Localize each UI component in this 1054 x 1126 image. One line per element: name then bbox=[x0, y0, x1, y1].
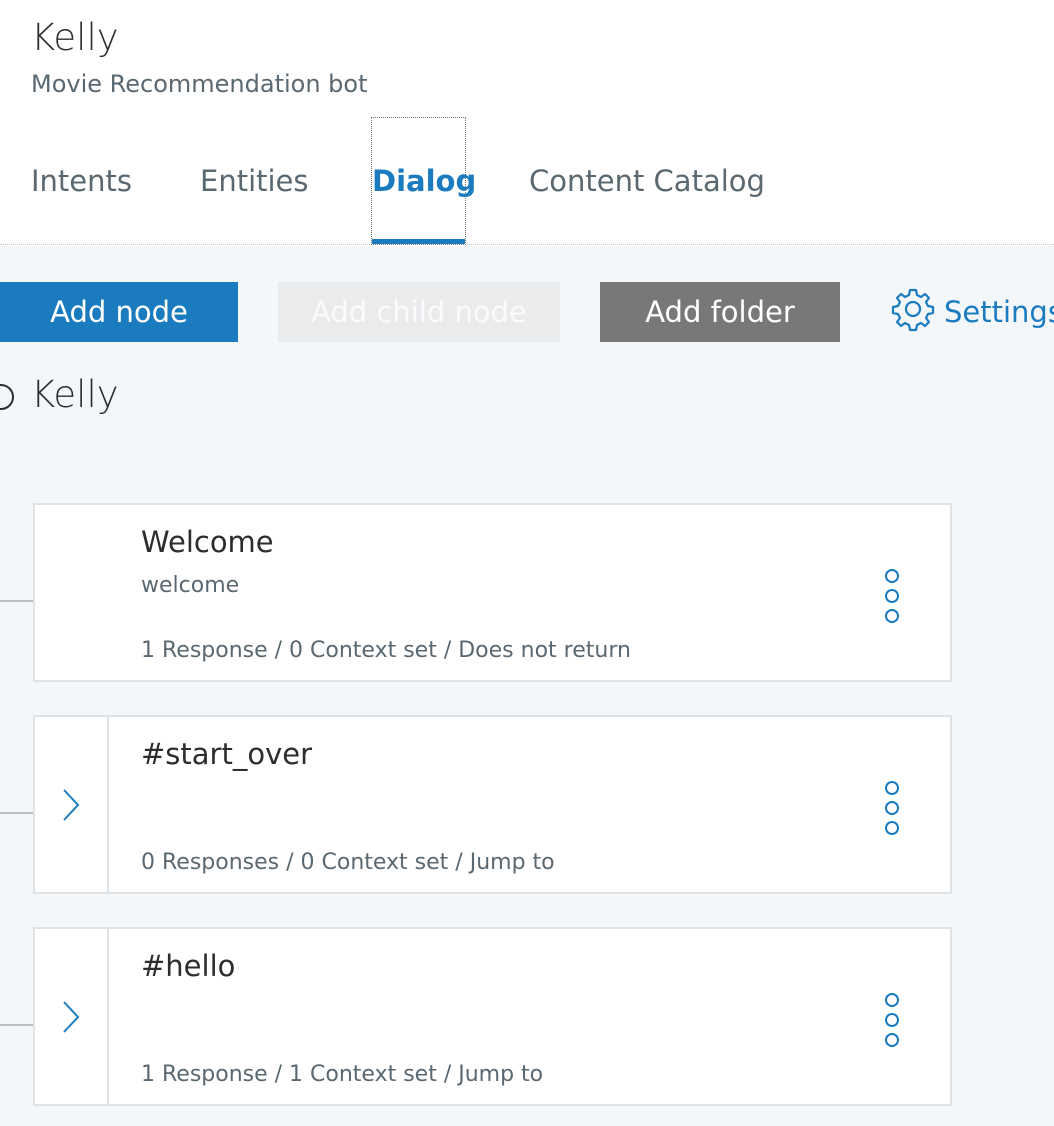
node-summary: 0 Responses / 0 Context set / Jump to bbox=[141, 850, 555, 875]
menu-dot bbox=[885, 1033, 899, 1047]
tree-connector bbox=[0, 580, 34, 602]
node-overflow-menu-icon[interactable] bbox=[881, 781, 903, 835]
settings-link[interactable]: Settings bbox=[890, 286, 1054, 338]
add-node-button[interactable]: Add node bbox=[0, 282, 238, 342]
menu-dot bbox=[885, 993, 899, 1007]
menu-dot bbox=[885, 589, 899, 603]
tab-dialog[interactable]: Dialog bbox=[371, 117, 476, 245]
workspace-description: Movie Recommendation bot bbox=[31, 70, 368, 98]
menu-dot bbox=[885, 1013, 899, 1027]
menu-dot bbox=[885, 801, 899, 815]
menu-dot bbox=[885, 609, 899, 623]
expand-children-toggle[interactable] bbox=[35, 929, 109, 1104]
expand-children-toggle[interactable] bbox=[35, 717, 109, 892]
tab-dialog-label: Dialog bbox=[372, 164, 477, 198]
tab-content-catalog[interactable]: Content Catalog bbox=[529, 164, 765, 198]
chevron-right-icon bbox=[63, 788, 80, 821]
dialog-node-welcome[interactable]: Welcome welcome 1 Response / 0 Context s… bbox=[33, 503, 952, 682]
tree-connector bbox=[0, 1004, 34, 1026]
node-condition: welcome bbox=[141, 573, 240, 598]
tab-intents[interactable]: Intents bbox=[31, 164, 132, 198]
node-title: #hello bbox=[141, 949, 236, 983]
chevron-right-icon bbox=[63, 1000, 80, 1033]
node-summary: 1 Response / 0 Context set / Does not re… bbox=[141, 638, 631, 663]
workspace-header: Kelly Movie Recommendation bot Intents E… bbox=[0, 0, 1054, 245]
node-title: #start_over bbox=[141, 737, 313, 771]
tab-entities[interactable]: Entities bbox=[200, 164, 309, 198]
workspace-name: Kelly bbox=[31, 16, 119, 59]
node-summary: 1 Response / 1 Context set / Jump to bbox=[141, 1062, 544, 1087]
menu-dot bbox=[885, 569, 899, 583]
dialog-canvas: Add node Add child node Add folder Setti… bbox=[0, 246, 1054, 1126]
dialog-node-start-over[interactable]: #start_over 0 Responses / 0 Context set … bbox=[33, 715, 952, 894]
dialog-node-hello[interactable]: #hello 1 Response / 1 Context set / Jump… bbox=[33, 927, 952, 1106]
active-tab-indicator bbox=[372, 239, 465, 244]
settings-label: Settings bbox=[944, 295, 1054, 329]
tree-connector bbox=[0, 792, 34, 814]
collapse-root-icon[interactable] bbox=[0, 384, 14, 410]
add-folder-button[interactable]: Add folder bbox=[600, 282, 840, 342]
node-overflow-menu-icon[interactable] bbox=[881, 569, 903, 623]
menu-dot bbox=[885, 781, 899, 795]
node-title: Welcome bbox=[141, 525, 274, 559]
gear-icon bbox=[890, 286, 944, 339]
dialog-root-label: Kelly bbox=[31, 373, 119, 416]
menu-dot bbox=[885, 821, 899, 835]
node-overflow-menu-icon[interactable] bbox=[881, 993, 903, 1047]
add-child-node-button[interactable]: Add child node bbox=[278, 282, 560, 342]
